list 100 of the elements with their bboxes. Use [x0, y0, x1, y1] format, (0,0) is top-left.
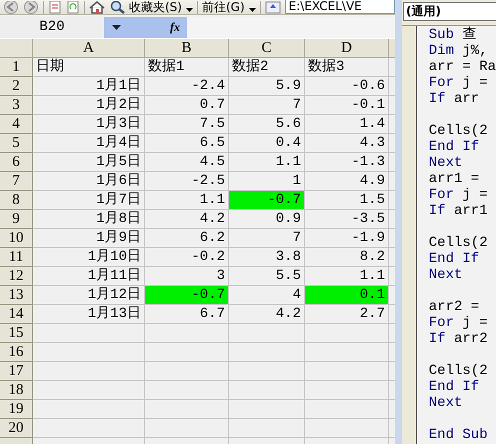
- home-icon[interactable]: [89, 1, 105, 14]
- row-header[interactable]: 3: [0, 96, 33, 115]
- code-line: Next: [428, 155, 464, 171]
- code-line: Cells(2: [428, 123, 489, 139]
- row-header[interactable]: 7: [0, 172, 33, 191]
- table-cell: 数据1: [145, 58, 229, 77]
- code-line: Cells(2: [428, 235, 489, 251]
- table-cell: 1.4: [305, 115, 389, 134]
- table-cell: 1.5: [305, 191, 389, 210]
- table-cell: 5.5: [229, 267, 305, 286]
- code-line: End If: [428, 251, 480, 267]
- table-cell: 1月5日: [33, 153, 145, 172]
- table-cell: 1月11日: [33, 267, 145, 286]
- code-line: Cells(2: [428, 363, 489, 379]
- row-header[interactable]: 19: [0, 400, 33, 419]
- table-cell: 数据2: [229, 58, 305, 77]
- column-header[interactable]: C: [229, 39, 305, 58]
- table-cell: 1月10日: [33, 248, 145, 267]
- row-header[interactable]: 16: [0, 343, 33, 362]
- table-cell: 3.8: [229, 248, 305, 267]
- code-line: End Sub: [428, 427, 489, 443]
- row-header[interactable]: 17: [0, 362, 33, 381]
- code-line: If arr: [428, 91, 480, 107]
- table-cell: 7.5: [145, 115, 229, 134]
- forward-button[interactable]: [23, 1, 39, 14]
- column-header[interactable]: B: [145, 39, 229, 58]
- table-cell: 4.2: [145, 210, 229, 229]
- row-header[interactable]: 5: [0, 134, 33, 153]
- back-button[interactable]: [3, 1, 19, 14]
- table-cell: 0.7: [145, 96, 229, 115]
- table-cell: -0.2: [145, 248, 229, 267]
- table-cell: -3.5: [305, 210, 389, 229]
- dropdown-arrow-icon[interactable]: [112, 25, 121, 30]
- table-cell: 4.9: [305, 172, 389, 191]
- insert-function-button[interactable]: fx: [170, 17, 187, 38]
- row-header[interactable]: 2: [0, 77, 33, 96]
- table-cell: 1月4日: [33, 134, 145, 153]
- table-cell: 1月6日: [33, 172, 145, 191]
- code-line: Sub 查: [428, 27, 478, 43]
- row-header[interactable]: 15: [0, 324, 33, 343]
- table-cell: 0.9: [229, 210, 305, 229]
- table-cell: 8.2: [305, 248, 389, 267]
- row-header[interactable]: 13: [0, 286, 33, 305]
- code-line: arr2 =: [428, 299, 480, 315]
- table-cell: 1.1: [305, 267, 389, 286]
- code-line: For j =: [428, 75, 489, 91]
- code-line: End If: [428, 379, 480, 395]
- table-cell: -0.1: [305, 96, 389, 115]
- refresh-icon[interactable]: [66, 1, 80, 14]
- column-header[interactable]: A: [33, 39, 145, 58]
- table-cell: 7: [229, 96, 305, 115]
- table-cell: 5.9: [229, 77, 305, 96]
- row-header[interactable]: 14: [0, 305, 33, 324]
- table-cell: 1月3日: [33, 115, 145, 134]
- table-cell: 1月8日: [33, 210, 145, 229]
- table-cell: 1: [229, 172, 305, 191]
- table-cell: 6.7: [145, 305, 229, 324]
- table-cell: -0.7: [229, 191, 305, 210]
- table-cell: 2.7: [305, 305, 389, 324]
- row-header[interactable]: 12: [0, 267, 33, 286]
- table-cell: 1月13日: [33, 305, 145, 324]
- favorites-menu[interactable]: 收藏夹(S): [129, 0, 182, 14]
- table-cell: 0.1: [305, 286, 389, 305]
- table-cell: 1.1: [229, 153, 305, 172]
- table-cell: 5.6: [229, 115, 305, 134]
- column-header[interactable]: D: [305, 39, 389, 58]
- table-cell: -2.5: [145, 172, 229, 191]
- table-cell: -2.4: [145, 77, 229, 96]
- table-cell: 7: [229, 229, 305, 248]
- row-header[interactable]: 20: [0, 419, 33, 438]
- table-cell: -0.6: [305, 77, 389, 96]
- code-line: arr1 =: [428, 171, 480, 187]
- code-line: arr = Ra: [428, 59, 496, 75]
- row-header[interactable]: 8: [0, 191, 33, 210]
- table-cell: 1月7日: [33, 191, 145, 210]
- row-header[interactable]: 6: [0, 153, 33, 172]
- code-line: For j =: [428, 187, 489, 203]
- address-field[interactable]: E:\EXCEL\VE: [284, 0, 395, 14]
- code-line: If arr1: [428, 203, 489, 219]
- page-icon[interactable]: [48, 1, 62, 14]
- table-cell: 3: [145, 267, 229, 286]
- row-header[interactable]: 1: [0, 58, 33, 77]
- formula-field[interactable]: [187, 17, 395, 38]
- table-cell: 1月9日: [33, 229, 145, 248]
- object-dropdown[interactable]: (通用): [403, 2, 496, 21]
- go-menu[interactable]: 前往(G): [202, 0, 245, 14]
- row-header[interactable]: 4: [0, 115, 33, 134]
- upload-icon[interactable]: [264, 1, 281, 14]
- table-cell: 6.5: [145, 134, 229, 153]
- row-header[interactable]: 10: [0, 229, 33, 248]
- table-cell: 4.2: [229, 305, 305, 324]
- table-cell: 4.5: [145, 153, 229, 172]
- code-line: Next: [428, 267, 464, 283]
- code-line: If arr2: [428, 331, 489, 347]
- table-cell: 1月1日: [33, 77, 145, 96]
- table-cell: -1.9: [305, 229, 389, 248]
- row-header[interactable]: 9: [0, 210, 33, 229]
- row-header[interactable]: 18: [0, 381, 33, 400]
- search-icon[interactable]: [109, 1, 125, 14]
- row-header[interactable]: 11: [0, 248, 33, 267]
